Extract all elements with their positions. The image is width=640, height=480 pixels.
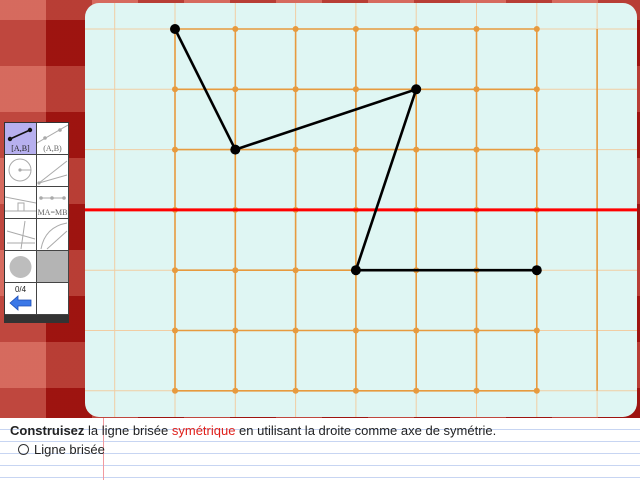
grid-node <box>473 26 480 32</box>
grid-node <box>413 387 420 394</box>
grid-node <box>473 86 480 93</box>
segment-icon <box>7 127 33 142</box>
line-icon <box>37 124 68 144</box>
tool-segment[interactable]: [A,B] <box>5 123 37 155</box>
grid-node <box>533 26 540 32</box>
tool-palette: [A,B] (A,B) MA=MB 0/4 <box>4 122 69 322</box>
grid-node <box>473 327 480 334</box>
polyline-vertex[interactable] <box>411 84 422 95</box>
circle-icon <box>8 158 32 182</box>
polyline-vertex[interactable] <box>350 265 361 276</box>
undo-button[interactable]: 0/4 <box>5 283 37 315</box>
tool-equidistant-label: MA=MB <box>37 208 68 217</box>
tool-blank <box>37 251 69 283</box>
grid-node <box>292 146 299 153</box>
polyline-vertex[interactable] <box>170 24 180 34</box>
grid-node <box>352 327 359 334</box>
grid-node <box>172 267 178 274</box>
polyline-vertex[interactable] <box>230 144 241 155</box>
instruction-verb: Construisez <box>10 423 85 438</box>
ray-icon <box>37 160 68 185</box>
grid-node <box>413 26 420 32</box>
perpendicular-icon <box>5 196 36 212</box>
grid-node <box>533 86 540 93</box>
grid-node <box>292 327 299 334</box>
tool-ray[interactable] <box>37 155 69 187</box>
tool-equidistant[interactable]: MA=MB <box>37 187 69 219</box>
instruction-panel: Construisez la ligne brisée symétrique e… <box>0 418 640 480</box>
tool-empty <box>37 283 69 315</box>
grid-node <box>352 387 359 394</box>
tool-palette-footer <box>4 315 69 323</box>
grid-node <box>352 26 359 32</box>
geometry-canvas[interactable] <box>85 3 637 417</box>
grid-node <box>172 327 178 334</box>
grid-node <box>473 387 480 394</box>
grid-node <box>232 86 239 93</box>
grid-node <box>473 146 480 153</box>
option-label: Ligne brisée <box>34 442 105 457</box>
grid-node <box>352 86 359 93</box>
instruction-part2: en utilisant la droite comme axe de symé… <box>235 423 497 438</box>
instruction-part1: la ligne brisée <box>84 423 172 438</box>
grid-node <box>413 327 420 334</box>
point-icon <box>9 256 32 278</box>
grid-node <box>292 267 299 274</box>
grid-node <box>292 387 299 394</box>
tool-perpendicular[interactable] <box>5 187 37 219</box>
grid-node <box>232 267 239 274</box>
tool-point[interactable] <box>5 251 37 283</box>
polyline-vertex[interactable] <box>531 265 542 276</box>
grid-node <box>232 387 239 394</box>
instruction-highlight: symétrique <box>171 423 236 438</box>
option-radio[interactable] <box>18 444 29 455</box>
tool-line-label: (A,B) <box>43 144 62 153</box>
answer-option[interactable]: Ligne brisée <box>18 442 105 457</box>
grid-node <box>232 327 239 334</box>
equidistant-icon <box>39 196 66 200</box>
tool-line[interactable]: (A,B) <box>37 123 69 155</box>
grid-node <box>292 86 299 93</box>
grid-node <box>172 86 178 93</box>
tool-segment-label: [A,B] <box>11 144 30 153</box>
grid-node <box>292 26 299 32</box>
arc-icon <box>40 222 68 250</box>
tool-angle[interactable] <box>5 219 37 251</box>
grid-node <box>533 387 540 394</box>
grid-node <box>172 146 178 153</box>
grid-node <box>533 327 540 334</box>
drawing-board[interactable] <box>85 3 637 417</box>
tool-circle[interactable] <box>5 155 37 187</box>
grid-node <box>232 26 239 32</box>
grid-node <box>172 387 178 394</box>
tool-arc[interactable] <box>37 219 69 251</box>
grid-node <box>533 146 540 153</box>
instruction-text: Construisez la ligne brisée symétrique e… <box>10 423 496 438</box>
angle-icon <box>6 220 36 250</box>
step-counter: 0/4 <box>14 285 27 294</box>
grid-node <box>413 146 420 153</box>
grid-node <box>352 146 359 153</box>
